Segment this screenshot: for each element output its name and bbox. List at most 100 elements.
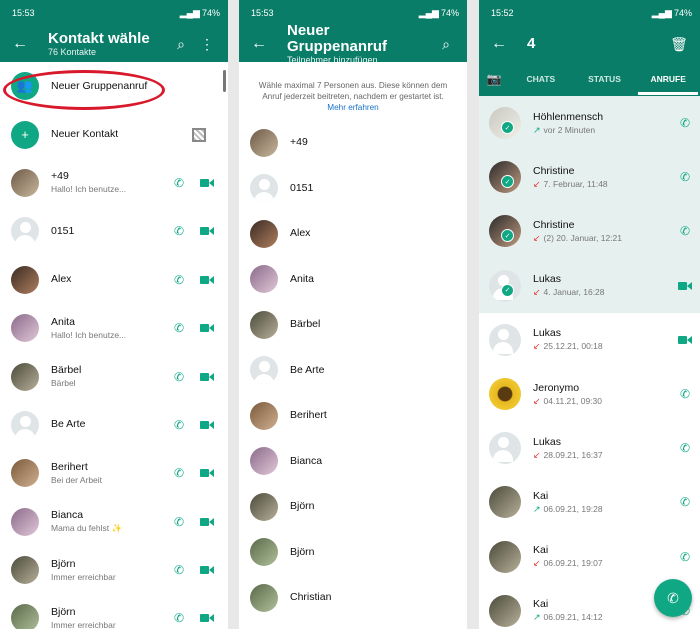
- contact-row[interactable]: Alex ✆: [0, 256, 228, 304]
- new-contact-item[interactable]: + Neuer Kontakt: [0, 110, 228, 158]
- contact-row[interactable]: Björn Immer erreichbar ✆: [0, 594, 228, 629]
- participant-row[interactable]: Bärbel: [239, 302, 467, 348]
- call-row[interactable]: ✓ Lukas ↙ 4. Januar, 16:28: [479, 258, 700, 313]
- call-details: ↙ (2) 20. Januar, 12:21: [533, 232, 678, 244]
- video-call-icon[interactable]: [200, 372, 214, 382]
- participant-row[interactable]: Berihert: [239, 393, 467, 439]
- participant-row[interactable]: Alex: [239, 211, 467, 257]
- avatar: [11, 217, 39, 246]
- video-call-icon[interactable]: [200, 226, 214, 236]
- tab-calls[interactable]: ANRUFE: [636, 74, 700, 95]
- phone-icon[interactable]: ✆: [172, 224, 186, 238]
- check-icon: ✓: [501, 121, 514, 134]
- contact-row[interactable]: Be Arte ✆: [0, 401, 228, 449]
- contact-row[interactable]: +49 Hallo! Ich benutze... ✆: [0, 159, 228, 207]
- call-details: ↗ vor 2 Minuten: [533, 124, 678, 136]
- back-arrow-icon[interactable]: ←: [491, 35, 511, 53]
- participant-row[interactable]: Bianca: [239, 439, 467, 485]
- selected-count: 4: [527, 35, 536, 52]
- more-options-icon[interactable]: ⋮: [194, 36, 220, 53]
- participant-row[interactable]: Anita: [239, 257, 467, 303]
- phone-icon[interactable]: ✆: [172, 370, 186, 384]
- video-call-icon[interactable]: [200, 178, 214, 188]
- avatar: [250, 310, 278, 339]
- avatar: [489, 378, 521, 411]
- call-row[interactable]: Lukas ↙ 28.09.21, 16:37 ✆: [479, 421, 700, 475]
- phone-icon[interactable]: ✆: [172, 321, 186, 335]
- contact-row[interactable]: Bianca Mama du fehlst ✨ ✆: [0, 498, 228, 546]
- participant-row[interactable]: Be Arte: [239, 348, 467, 394]
- participant-row[interactable]: Björn: [239, 530, 467, 576]
- contact-row[interactable]: Björn Immer erreichbar ✆: [0, 546, 228, 594]
- contact-row[interactable]: Bärbel Bärbel ✆: [0, 352, 228, 400]
- phone-icon[interactable]: ✆: [172, 563, 186, 577]
- missed-arrow-icon: ↙: [533, 395, 541, 406]
- camera-icon[interactable]: 📷: [479, 72, 509, 86]
- avatar: [489, 323, 521, 356]
- phone-icon[interactable]: ✆: [678, 387, 692, 401]
- call-row[interactable]: ✓ Christine ↙ (2) 20. Januar, 12:21 ✆: [479, 204, 700, 259]
- video-call-icon[interactable]: [200, 613, 214, 623]
- call-row[interactable]: Lukas ↙ 25.12.21, 00:18: [479, 313, 700, 367]
- video-call-icon[interactable]: [678, 335, 692, 345]
- participant-row[interactable]: 0151: [239, 166, 467, 212]
- contact-status: Hallo! Ich benutze...: [51, 184, 127, 195]
- contact-actions: ✆: [172, 370, 228, 384]
- contact-row[interactable]: Anita Hallo! Ich benutze... ✆: [0, 304, 228, 352]
- phone-icon[interactable]: ✆: [172, 611, 186, 625]
- phone-icon[interactable]: ✆: [678, 441, 692, 455]
- tab-status[interactable]: STATUS: [573, 74, 637, 84]
- contact-info: Bianca Mama du fehlst ✨: [51, 509, 172, 534]
- contact-row[interactable]: Berihert Bei der Arbeit ✆: [0, 449, 228, 497]
- call-info: Lukas ↙ 28.09.21, 16:37: [533, 436, 678, 461]
- search-icon[interactable]: ⌕: [168, 36, 194, 53]
- call-time: 06.09.21, 14:12: [543, 612, 603, 623]
- phone-icon[interactable]: ✆: [172, 273, 186, 287]
- search-icon[interactable]: ⌕: [433, 36, 459, 53]
- avatar: [11, 556, 39, 585]
- tab-chats[interactable]: CHATS: [509, 74, 573, 84]
- call-time: (2) 20. Januar, 12:21: [543, 232, 622, 243]
- participant-row[interactable]: Björn: [239, 484, 467, 530]
- trash-icon[interactable]: 🗑: [666, 36, 692, 53]
- call-row[interactable]: Kai ↗ 06.09.21, 19:28 ✆: [479, 475, 700, 529]
- phone-icon[interactable]: ✆: [678, 550, 692, 564]
- participant-row[interactable]: +49: [239, 120, 467, 166]
- outgoing-arrow-icon: ↗: [533, 124, 541, 135]
- phone-icon[interactable]: ✆: [678, 495, 692, 509]
- contact-status: Bei der Arbeit: [51, 474, 103, 485]
- call-time: 06.09.21, 19:07: [543, 558, 603, 569]
- back-arrow-icon[interactable]: ←: [12, 35, 32, 53]
- video-call-icon[interactable]: [200, 323, 214, 333]
- phone-icon[interactable]: ✆: [172, 466, 186, 480]
- new-call-button[interactable]: ✆: [654, 579, 692, 617]
- learn-more-link[interactable]: Mehr erfahren: [327, 103, 378, 112]
- status-icons: ▂▄▆ 74%: [419, 8, 459, 19]
- new-group-call-item[interactable]: 👥 Neuer Gruppenanruf: [0, 62, 228, 110]
- call-row[interactable]: Kai ↙ 06.09.21, 19:07 ✆: [479, 530, 700, 584]
- phone-icon[interactable]: ✆: [678, 224, 692, 238]
- phone-icon[interactable]: ✆: [172, 176, 186, 190]
- video-call-icon[interactable]: [200, 468, 214, 478]
- participant-row[interactable]: Christian: [239, 575, 467, 621]
- phone-icon[interactable]: ✆: [172, 515, 186, 529]
- phone-icon[interactable]: ✆: [678, 170, 692, 184]
- qr-code-icon[interactable]: [192, 127, 206, 142]
- video-call-icon[interactable]: [200, 517, 214, 527]
- avatar: [11, 168, 39, 197]
- missed-arrow-icon: ↙: [533, 287, 541, 298]
- call-info: Christine ↙ (2) 20. Januar, 12:21: [533, 219, 678, 244]
- call-row[interactable]: ✓ Christine ↙ 7. Februar, 11:48 ✆: [479, 150, 700, 205]
- call-row[interactable]: ✓ Höhlenmensch ↗ vor 2 Minuten ✆: [479, 96, 700, 151]
- phone-icon[interactable]: ✆: [172, 418, 186, 432]
- contact-row[interactable]: 0151 ✆: [0, 207, 228, 255]
- call-row[interactable]: Jeronymo ↙ 04.11.21, 09:30 ✆: [479, 367, 700, 421]
- video-call-icon[interactable]: [678, 281, 692, 291]
- video-call-icon[interactable]: [200, 275, 214, 285]
- video-call-icon[interactable]: [200, 565, 214, 575]
- contact-info: Alex: [51, 273, 172, 286]
- scrollbar[interactable]: [223, 70, 226, 92]
- phone-icon[interactable]: ✆: [678, 116, 692, 130]
- back-arrow-icon[interactable]: ←: [251, 35, 271, 53]
- video-call-icon[interactable]: [200, 420, 214, 430]
